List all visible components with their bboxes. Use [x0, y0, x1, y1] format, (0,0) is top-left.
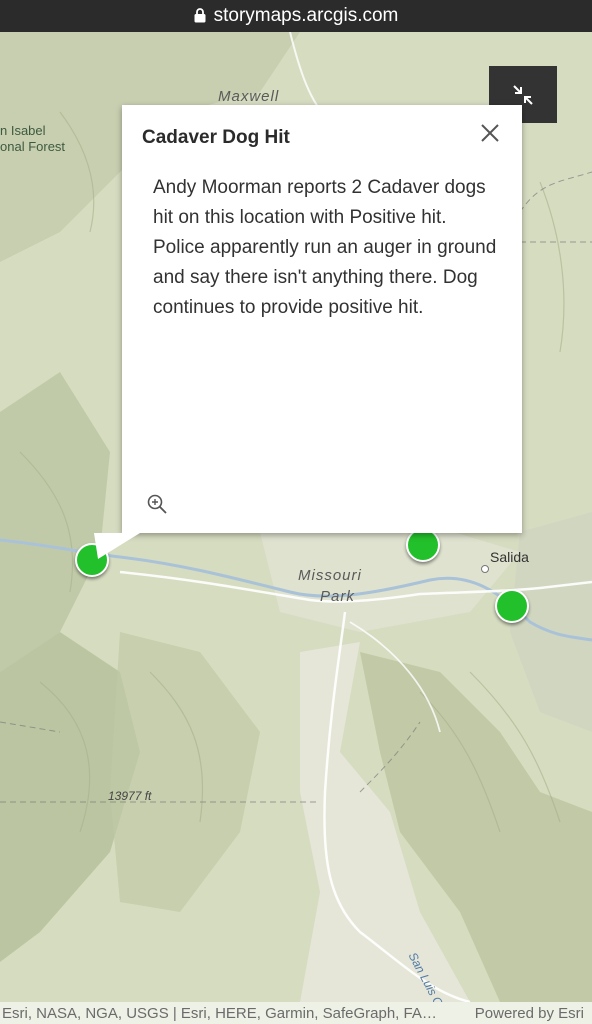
label-salida: Salida — [490, 549, 529, 565]
collapse-icon — [513, 84, 533, 105]
lock-icon — [194, 7, 206, 22]
zoom-in-icon[interactable] — [146, 493, 168, 515]
url-text: storymaps.arcgis.com — [213, 5, 399, 26]
url-bar[interactable]: storymaps.arcgis.com — [0, 0, 592, 32]
close-icon[interactable] — [478, 121, 502, 145]
popup-body: Andy Moorman reports 2 Cadaver dogs hit … — [153, 177, 497, 318]
attribution-bar: Esri, NASA, NGA, USGS | Esri, HERE, Garm… — [0, 1002, 592, 1024]
label-forest-line1: n Isabel — [0, 123, 46, 138]
attribution-credits[interactable]: Esri, NASA, NGA, USGS | Esri, HERE, Garm… — [0, 1005, 442, 1022]
label-park: Park — [320, 588, 355, 605]
popup-title: Cadaver Dog Hit — [142, 127, 290, 148]
info-popup: Cadaver Dog Hit Andy Moorman reports 2 C… — [122, 105, 522, 533]
map-marker[interactable] — [495, 589, 529, 623]
map-marker[interactable] — [406, 528, 440, 562]
label-forest-line2: onal Forest — [0, 139, 66, 154]
label-maxwell: Maxwell — [218, 88, 280, 105]
powered-by-esri[interactable]: Powered by Esri — [475, 1005, 592, 1022]
popup-pointer — [94, 533, 140, 559]
label-missouri: Missouri — [298, 567, 362, 584]
salida-dot — [481, 565, 489, 573]
label-elevation: 13977 ft — [108, 789, 152, 803]
